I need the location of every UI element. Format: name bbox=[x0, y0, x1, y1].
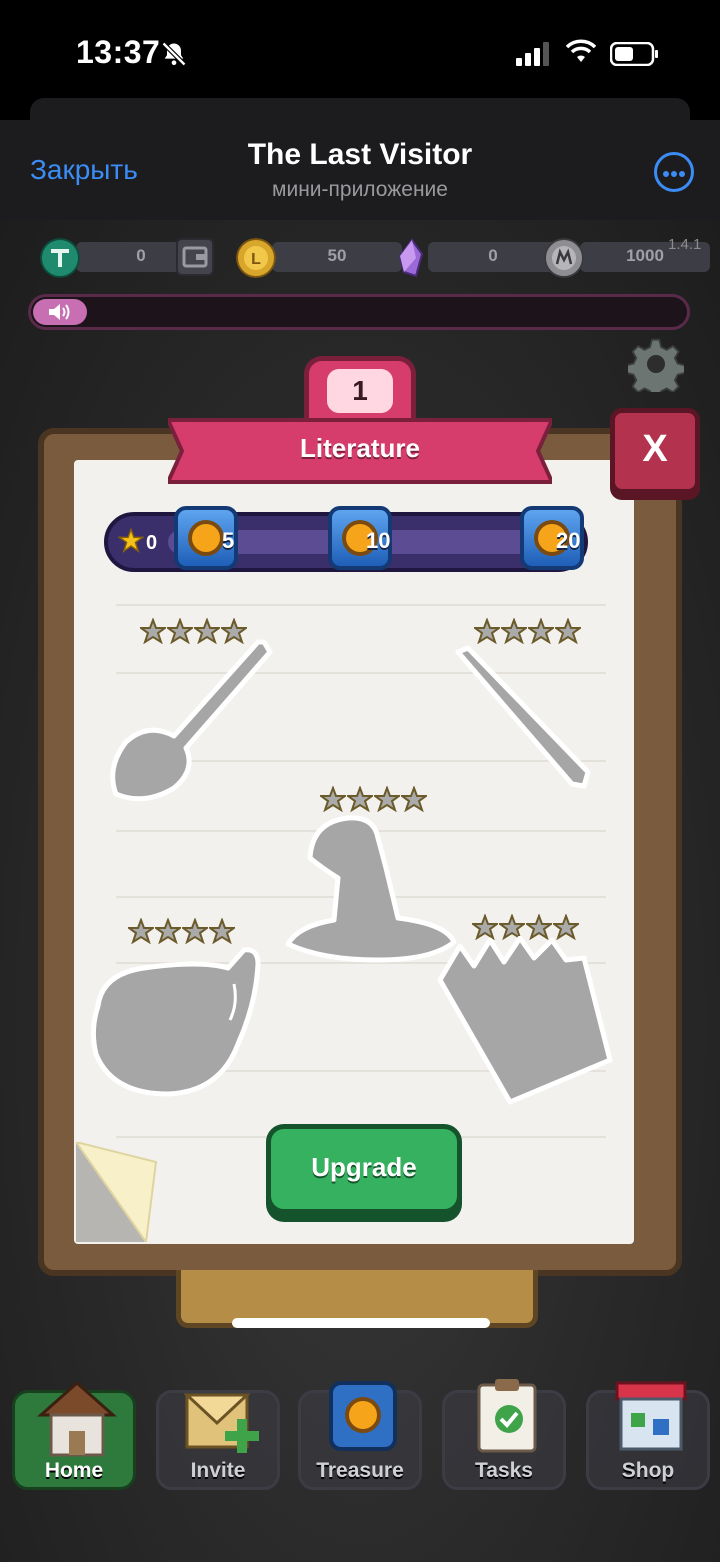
broom-silhouette[interactable] bbox=[104, 630, 276, 802]
sound-bar bbox=[28, 294, 690, 330]
wand-silhouette[interactable] bbox=[448, 644, 596, 792]
status-time: 13:37 bbox=[76, 34, 161, 70]
nav-label: Invite bbox=[190, 1459, 246, 1482]
settings-gear-icon[interactable] bbox=[628, 336, 684, 392]
milestone-value: 20 bbox=[556, 528, 581, 553]
wand-stars bbox=[471, 617, 584, 646]
milestone-value: 5 bbox=[222, 528, 235, 553]
status-bar: 13:37 bbox=[0, 0, 720, 100]
house-icon bbox=[37, 1380, 117, 1457]
nav-label: Tasks bbox=[475, 1459, 533, 1482]
nav-shop[interactable]: Shop bbox=[586, 1381, 710, 1490]
safe-icon bbox=[329, 1381, 397, 1451]
tether-coin-icon bbox=[40, 238, 80, 278]
paper-curl bbox=[76, 1142, 158, 1242]
close-panel-button[interactable]: X bbox=[610, 408, 700, 494]
cauldron-stars bbox=[125, 917, 238, 946]
nav-invite[interactable]: Invite bbox=[156, 1390, 280, 1490]
sheet-handle-area bbox=[30, 98, 690, 120]
speaker-icon bbox=[49, 304, 70, 320]
nav-label: Home bbox=[44, 1459, 104, 1482]
star-count: 0 bbox=[146, 532, 158, 554]
wizard-hat-silhouette[interactable] bbox=[282, 808, 458, 964]
empty-star-icon bbox=[525, 617, 557, 645]
wallet-icon[interactable] bbox=[176, 238, 214, 276]
home-indicator[interactable] bbox=[232, 1318, 490, 1328]
lock-icon bbox=[188, 520, 224, 556]
empty-star-icon bbox=[152, 917, 184, 945]
nav-label: Treasure bbox=[316, 1459, 404, 1482]
bell-muted-icon bbox=[161, 41, 187, 67]
crystal-icon bbox=[398, 238, 424, 278]
cauldron-silhouette[interactable] bbox=[88, 944, 266, 1100]
miniapp-header: Закрыть The Last Visitor мини-приложение bbox=[0, 120, 720, 220]
nav-treasure[interactable]: Treasure bbox=[298, 1381, 422, 1490]
cellular-signal-icon bbox=[516, 42, 549, 66]
resource-value: 0 bbox=[488, 246, 498, 265]
silver-coin-icon bbox=[544, 238, 584, 278]
nav-home[interactable]: Home bbox=[12, 1380, 136, 1490]
nav-tasks[interactable]: Tasks bbox=[442, 1379, 566, 1490]
shop-icon bbox=[615, 1381, 687, 1451]
bottom-nav: Home Invite Treasure Tasks Shop bbox=[0, 1379, 720, 1490]
empty-star-icon bbox=[206, 917, 238, 945]
upgrade-button[interactable]: Upgrade bbox=[266, 1124, 462, 1214]
sound-toggle-button[interactable] bbox=[33, 299, 87, 325]
level-number: 1 bbox=[327, 369, 393, 413]
svg-text:L: L bbox=[251, 251, 261, 268]
version-label: 1.4.1 bbox=[668, 236, 702, 253]
empty-star-icon bbox=[498, 617, 530, 645]
gold-coin-icon: L bbox=[236, 238, 276, 278]
more-options-icon[interactable] bbox=[654, 152, 694, 192]
app-title: The Last Visitor bbox=[247, 138, 473, 171]
resource-value: 50 bbox=[327, 246, 347, 265]
clipboard-icon bbox=[477, 1379, 537, 1453]
envelope-icon bbox=[183, 1393, 259, 1453]
battery-icon bbox=[610, 42, 658, 66]
panel-title: Literature bbox=[300, 433, 420, 463]
empty-star-icon bbox=[552, 617, 584, 645]
empty-star-icon bbox=[125, 917, 157, 945]
milestone-value: 10 bbox=[366, 528, 391, 553]
spell-book-silhouette[interactable] bbox=[434, 936, 614, 1106]
empty-star-icon bbox=[471, 617, 503, 645]
star-icon bbox=[118, 528, 144, 553]
nav-label: Shop bbox=[621, 1459, 675, 1482]
empty-star-icon bbox=[179, 917, 211, 945]
app-subtitle: мини-приложение bbox=[272, 178, 448, 201]
game-area: 0 50 L 0 1000 1.4.1 1 Literature X 0 5 1… bbox=[0, 220, 720, 1562]
wifi-icon bbox=[566, 39, 596, 62]
